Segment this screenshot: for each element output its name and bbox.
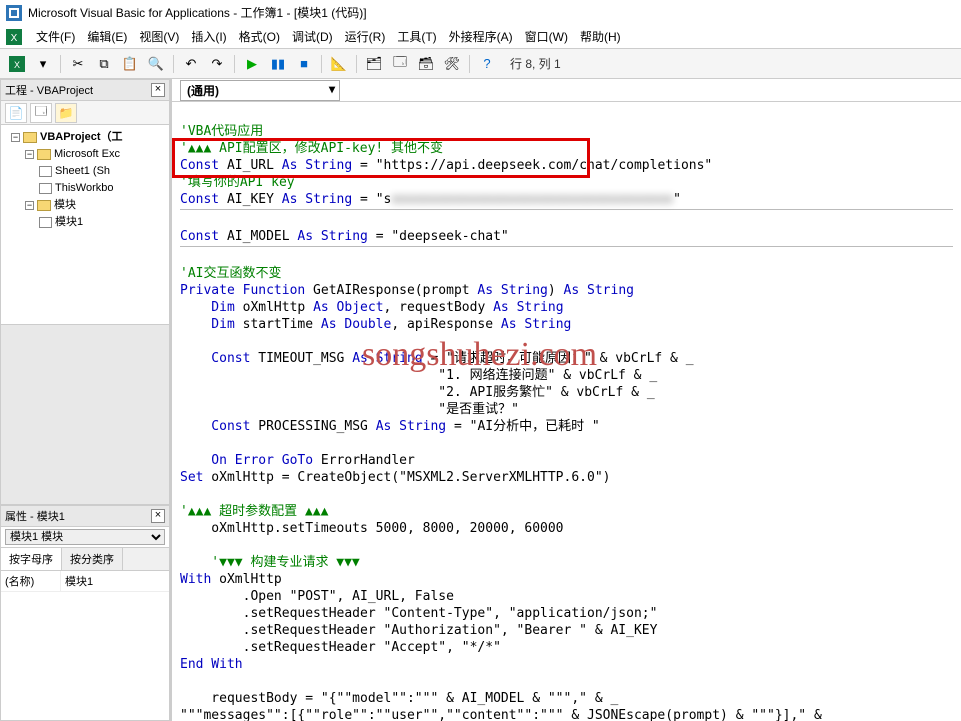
- find-icon[interactable]: 🔍: [145, 53, 167, 75]
- undo-icon[interactable]: ↶: [180, 53, 202, 75]
- collapse-icon[interactable]: −: [25, 150, 34, 159]
- reset-icon[interactable]: ■: [293, 53, 315, 75]
- properties-icon[interactable]: 🗔: [389, 53, 411, 75]
- project-pane-header: 工程 - VBAProject ×: [0, 79, 170, 101]
- help-icon[interactable]: ?: [476, 53, 498, 75]
- prop-name-key: (名称): [1, 571, 61, 591]
- properties-pane-header: 属性 - 模块1 ×: [0, 505, 170, 527]
- run-icon[interactable]: ▶: [241, 53, 263, 75]
- pane-gap: [0, 325, 170, 505]
- excel-doc-icon: X: [6, 29, 22, 45]
- props-object-combo[interactable]: 模块1 模块: [0, 527, 170, 548]
- code-editor[interactable]: 'VBA代码应用 '▲▲▲ API配置区，修改API-key! 其他不变 Con…: [172, 102, 961, 721]
- menu-addins[interactable]: 外接程序(A): [443, 28, 519, 45]
- props-grid[interactable]: (名称)模块1: [0, 571, 170, 721]
- window-title: Microsoft Visual Basic for Applications …: [28, 4, 367, 21]
- menu-view[interactable]: 视图(V): [133, 28, 185, 45]
- cursor-position: 行 8, 列 1: [510, 55, 561, 72]
- svg-text:X: X: [11, 33, 18, 44]
- toolbox-icon[interactable]: 🛠: [441, 53, 463, 75]
- close-project-pane-icon[interactable]: ×: [151, 83, 165, 97]
- copy-icon[interactable]: ⧉: [93, 53, 115, 75]
- tab-alphabetic[interactable]: 按字母序: [1, 548, 62, 570]
- toggle-folders-icon[interactable]: 📁: [55, 103, 77, 123]
- props-tabs: 按字母序 按分类序: [0, 548, 170, 571]
- workbook-icon: [39, 183, 52, 194]
- folder-icon: [37, 149, 51, 160]
- collapse-icon[interactable]: −: [11, 133, 20, 142]
- cut-icon[interactable]: ✂: [67, 53, 89, 75]
- sheet-icon: [39, 166, 52, 177]
- menu-format[interactable]: 格式(O): [233, 28, 286, 45]
- menu-window[interactable]: 窗口(W): [519, 28, 574, 45]
- project-icon: [23, 132, 37, 143]
- collapse-icon[interactable]: −: [25, 201, 34, 210]
- redo-icon[interactable]: ↷: [206, 53, 228, 75]
- break-icon[interactable]: ▮▮: [267, 53, 289, 75]
- svg-text:X: X: [14, 60, 20, 70]
- project-toolbar: 📄 🗔 📁: [0, 101, 170, 125]
- prop-name-value[interactable]: 模块1: [61, 571, 97, 591]
- menu-run[interactable]: 运行(R): [339, 28, 392, 45]
- menu-help[interactable]: 帮助(H): [574, 28, 627, 45]
- tab-categorized[interactable]: 按分类序: [62, 548, 123, 570]
- menu-edit[interactable]: 编辑(E): [81, 28, 133, 45]
- standard-toolbar: X ▾ ✂ ⧉ 📋 🔍 ↶ ↷ ▶ ▮▮ ■ 📐 🗂 🗔 🗃 🛠 ? 行 8, …: [0, 49, 961, 79]
- view-excel-icon[interactable]: X: [6, 53, 28, 75]
- arrow-down-icon[interactable]: ▾: [32, 53, 54, 75]
- project-tree[interactable]: −VBAProject（工 −Microsoft Exc Sheet1 (Sh …: [0, 125, 170, 325]
- module-icon: [39, 217, 52, 228]
- menu-debug[interactable]: 调试(D): [286, 28, 339, 45]
- folder-icon: [37, 200, 51, 211]
- menu-insert[interactable]: 插入(I): [185, 28, 232, 45]
- design-mode-icon[interactable]: 📐: [328, 53, 350, 75]
- menu-tools[interactable]: 工具(T): [391, 28, 442, 45]
- vba-app-icon: [6, 5, 22, 21]
- object-dropdown-bar: (通用): [172, 79, 961, 102]
- object-dropdown[interactable]: (通用): [180, 80, 340, 101]
- view-code-icon[interactable]: 📄: [5, 103, 27, 123]
- view-object-icon[interactable]: 🗔: [30, 103, 52, 123]
- window-titlebar: Microsoft Visual Basic for Applications …: [0, 0, 961, 25]
- project-explorer-icon[interactable]: 🗂: [363, 53, 385, 75]
- menubar: X 文件(F) 编辑(E) 视图(V) 插入(I) 格式(O) 调试(D) 运行…: [0, 25, 961, 49]
- object-browser-icon[interactable]: 🗃: [415, 53, 437, 75]
- close-props-pane-icon[interactable]: ×: [151, 509, 165, 523]
- menu-file[interactable]: 文件(F): [30, 28, 81, 45]
- paste-icon[interactable]: 📋: [119, 53, 141, 75]
